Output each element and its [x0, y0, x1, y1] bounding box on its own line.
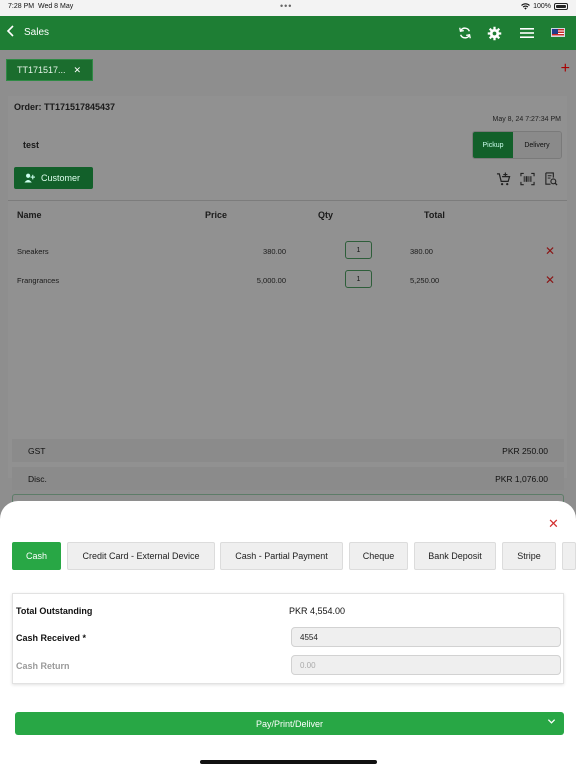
us-flag-icon[interactable]: [551, 28, 565, 37]
item-name: Frangrances: [17, 276, 60, 285]
discount-label: Disc.: [28, 474, 47, 484]
table-row: Sneakers 380.00 1 380.00 ✕: [8, 241, 567, 261]
gst-label: GST: [28, 446, 46, 456]
item-total: 5,250.00: [410, 276, 440, 285]
battery-percent: 100%: [533, 3, 551, 10]
method-more-cutoff[interactable]: [562, 542, 576, 570]
app-header: Sales: [0, 16, 576, 50]
wifi-icon: [521, 3, 530, 10]
item-price: 5,000.00: [256, 276, 286, 285]
qty-input[interactable]: 1: [345, 270, 372, 288]
discount-row: Disc. PKR 1,076.00: [12, 467, 564, 490]
search-document-icon[interactable]: [543, 171, 559, 187]
cash-received-input[interactable]: [291, 627, 561, 647]
close-tab-icon[interactable]: ✕: [74, 65, 82, 76]
cash-received-label: Cash Received *: [16, 633, 87, 643]
col-header-name: Name: [17, 210, 42, 220]
col-header-qty: Qty: [318, 210, 334, 220]
page-title: Sales: [24, 27, 50, 38]
order-number: Order: TT171517845437: [14, 102, 116, 112]
status-time: 7:28 PM Wed 8 May: [8, 3, 74, 10]
order-tab[interactable]: TT171517... ✕: [6, 59, 93, 81]
remove-item-icon[interactable]: ✕: [545, 244, 555, 258]
chevron-down-icon[interactable]: [547, 717, 556, 728]
menu-icon[interactable]: [518, 24, 536, 42]
add-to-cart-icon[interactable]: [495, 171, 511, 187]
pay-print-deliver-label: Pay/Print/Deliver: [255, 718, 324, 729]
status-bar: 7:28 PM Wed 8 May ••• 100%: [0, 0, 576, 16]
add-order-icon[interactable]: +: [561, 60, 570, 78]
order-tab-label: TT171517...: [17, 65, 66, 75]
multitasking-dots-icon[interactable]: •••: [280, 1, 292, 11]
discount-value: PKR 1,076.00: [495, 474, 548, 484]
customer-button-label: Customer: [41, 173, 81, 183]
customer-name: test: [23, 140, 40, 150]
barcode-icon[interactable]: [519, 171, 535, 187]
back-chevron-icon[interactable]: [6, 24, 16, 41]
payment-details-card: Total Outstanding PKR 4,554.00 Cash Rece…: [12, 593, 564, 684]
pay-print-deliver-button[interactable]: Pay/Print/Deliver: [15, 712, 564, 735]
order-datetime: May 8, 24 7:27:34 PM: [492, 116, 561, 123]
col-header-total: Total: [424, 210, 445, 220]
table-divider: [8, 200, 567, 201]
total-outstanding-value: PKR 4,554.00: [289, 606, 346, 616]
method-cheque[interactable]: Cheque: [349, 542, 408, 570]
pickup-option[interactable]: Pickup: [473, 132, 513, 158]
close-icon[interactable]: ✕: [548, 516, 559, 532]
item-name: Sneakers: [17, 247, 49, 256]
home-indicator: [200, 760, 377, 764]
add-user-icon: [24, 173, 35, 183]
pickup-delivery-toggle: Pickup Delivery: [472, 131, 562, 159]
cash-return-input[interactable]: [291, 655, 561, 675]
remove-item-icon[interactable]: ✕: [545, 273, 555, 287]
table-row: Frangrances 5,000.00 1 5,250.00 ✕: [8, 270, 567, 290]
item-tools: [495, 171, 559, 187]
battery-icon: [554, 3, 568, 10]
payment-sheet: ✕ Cash Credit Card - External Device Cas…: [0, 501, 576, 768]
sync-icon[interactable]: [456, 24, 474, 42]
qty-input[interactable]: 1: [345, 241, 372, 259]
method-cash-partial[interactable]: Cash - Partial Payment: [220, 542, 343, 570]
col-header-price: Price: [205, 210, 228, 220]
method-credit-card[interactable]: Credit Card - External Device: [67, 542, 215, 570]
gear-icon[interactable]: [485, 24, 503, 42]
item-total: 380.00: [410, 247, 433, 256]
delivery-option[interactable]: Delivery: [513, 132, 561, 158]
gst-row: GST PKR 250.00: [12, 439, 564, 462]
status-right: 100%: [521, 3, 568, 10]
total-outstanding-label: Total Outstanding: [16, 606, 93, 616]
method-bank-deposit[interactable]: Bank Deposit: [414, 542, 496, 570]
method-cash[interactable]: Cash: [12, 542, 61, 570]
customer-button[interactable]: Customer: [14, 167, 93, 189]
cash-return-label: Cash Return: [16, 661, 70, 671]
item-price: 380.00: [263, 247, 286, 256]
gst-value: PKR 250.00: [502, 446, 548, 456]
order-card: Order: TT171517845437 May 8, 24 7:27:34 …: [8, 96, 567, 478]
method-stripe[interactable]: Stripe: [502, 542, 556, 570]
